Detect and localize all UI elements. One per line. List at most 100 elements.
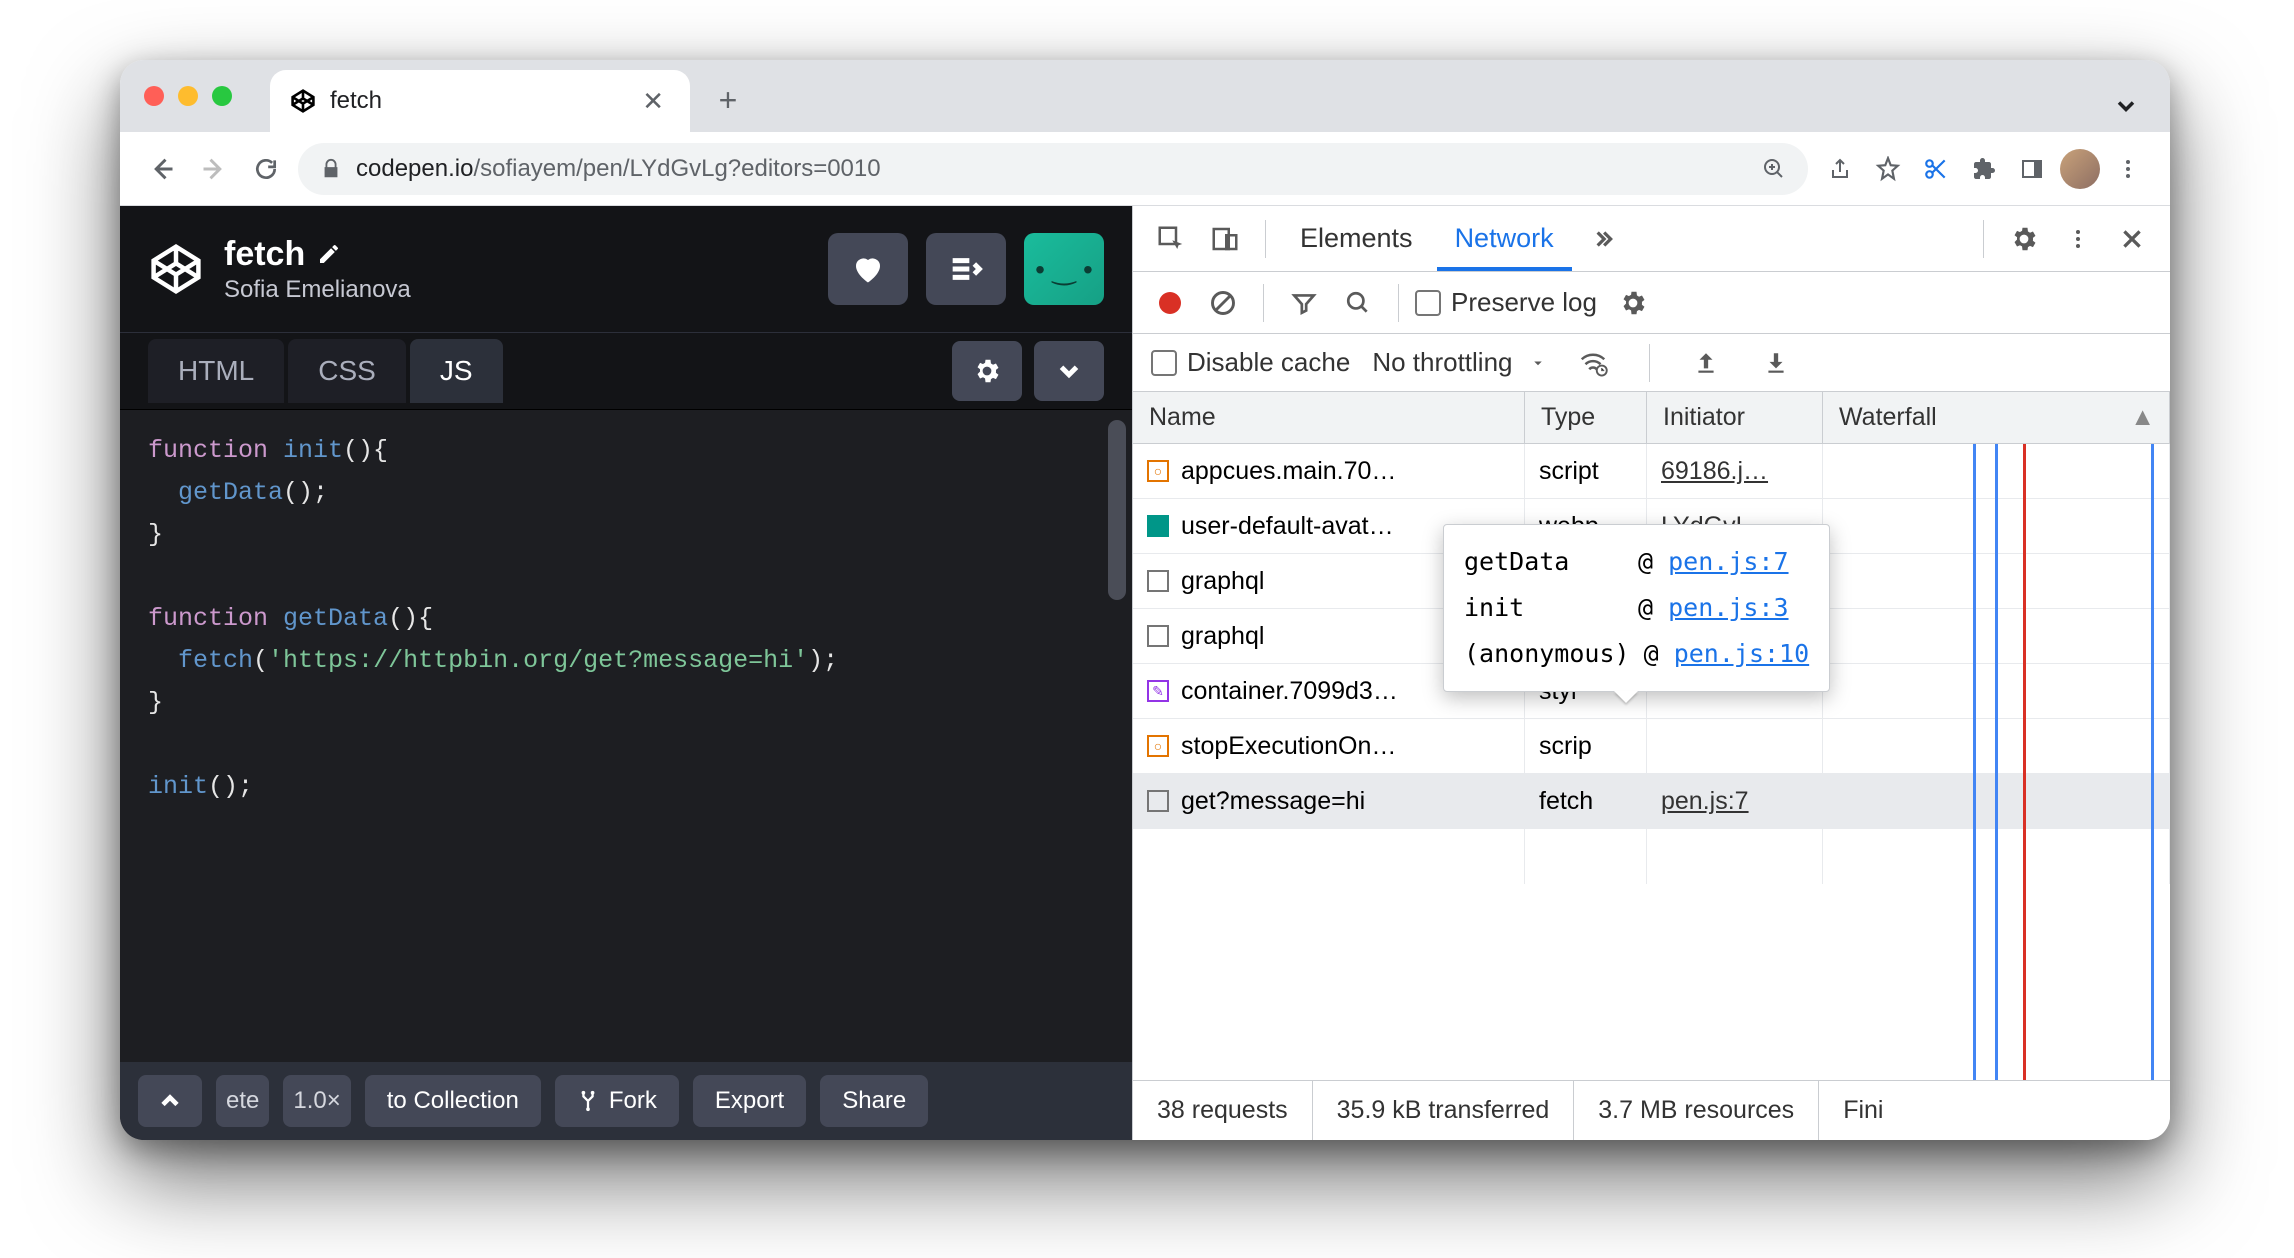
network-conditions-icon[interactable]	[1569, 339, 1617, 387]
network-row[interactable]: ○stopExecutionOn…scrip	[1133, 719, 2170, 774]
filter-icon[interactable]	[1280, 279, 1328, 327]
status-transferred: 35.9 kB transferred	[1313, 1081, 1575, 1140]
heart-button[interactable]	[828, 233, 908, 305]
request-initiator[interactable]: 69186.j…	[1647, 444, 1823, 498]
sidepanel-icon[interactable]	[2010, 147, 2054, 191]
device-toggle-icon[interactable]	[1201, 215, 1249, 263]
lock-icon	[320, 158, 342, 180]
forward-button[interactable]	[192, 147, 236, 191]
window-close-button[interactable]	[144, 86, 164, 106]
inspect-element-icon[interactable]	[1147, 215, 1195, 263]
browser-window: fetch ✕ + codepen.io/sofiayem/pen/LYdGvL…	[120, 60, 2170, 1140]
profile-avatar[interactable]	[2058, 147, 2102, 191]
stack-frame-function: init	[1464, 585, 1624, 631]
tab-css[interactable]: CSS	[288, 339, 406, 403]
code-editor[interactable]: function init(){ getData();} function ge…	[120, 410, 1132, 1062]
zoom-icon[interactable]	[1762, 157, 1786, 181]
devtools-settings-icon[interactable]	[2000, 215, 2048, 263]
network-table-body: ○appcues.main.70…script69186.j… user-defa…	[1133, 444, 2170, 1080]
request-type: script	[1525, 444, 1647, 498]
stack-frame-link[interactable]: pen.js:10	[1674, 639, 1809, 668]
devtools-menu-icon[interactable]	[2054, 215, 2102, 263]
user-avatar[interactable]: • ‿ •	[1024, 233, 1104, 305]
status-resources: 3.7 MB resources	[1574, 1081, 1819, 1140]
img-file-icon	[1147, 515, 1169, 537]
status-finish: Fini	[1819, 1081, 1907, 1140]
search-icon[interactable]	[1334, 279, 1382, 327]
request-name: graphql	[1181, 622, 1264, 651]
codepen-header: fetch Sofia Emelianova • ‿ •	[120, 206, 1132, 332]
record-button[interactable]	[1147, 292, 1193, 314]
tab-js[interactable]: JS	[410, 339, 503, 403]
codepen-panel: fetch Sofia Emelianova • ‿ • HTML CSS JS	[120, 206, 1132, 1140]
doc-file-icon	[1147, 570, 1169, 592]
editor-scrollbar[interactable]	[1108, 420, 1126, 600]
network-toolbar-secondary: Disable cache No throttling	[1133, 334, 2170, 392]
network-settings-icon[interactable]	[1609, 279, 1657, 327]
editor-expand-button[interactable]	[1034, 341, 1104, 401]
network-status-bar: 38 requests 35.9 kB transferred 3.7 MB r…	[1133, 1080, 2170, 1140]
stack-frame-link[interactable]: pen.js:7	[1668, 547, 1788, 576]
url-text: codepen.io/sofiayem/pen/LYdGvLg?editors=…	[356, 155, 1748, 183]
fork-button[interactable]: Fork	[555, 1075, 679, 1127]
network-table-header: Name Type Initiator Waterfall▲	[1133, 392, 2170, 444]
browser-tab[interactable]: fetch ✕	[270, 70, 690, 132]
editor-tabs: HTML CSS JS	[120, 332, 1132, 410]
request-name: user-default-avat…	[1181, 512, 1394, 541]
share-button[interactable]: Share	[820, 1075, 928, 1127]
pen-author[interactable]: Sofia Emelianova	[224, 276, 808, 304]
bookmark-icon[interactable]	[1866, 147, 1910, 191]
window-zoom-button[interactable]	[212, 86, 232, 106]
devtools-close-icon[interactable]	[2108, 215, 2156, 263]
upload-har-icon[interactable]	[1682, 339, 1730, 387]
throttling-select[interactable]: No throttling	[1372, 347, 1546, 378]
export-button[interactable]: Export	[693, 1075, 806, 1127]
share-icon[interactable]	[1818, 147, 1862, 191]
request-waterfall	[1823, 719, 2170, 773]
network-row[interactable]: get?message=hi fetchpen.js:7	[1133, 774, 2170, 829]
request-initiator[interactable]: pen.js:7	[1647, 774, 1823, 828]
editor-settings-button[interactable]	[952, 341, 1022, 401]
request-initiator[interactable]	[1647, 719, 1823, 773]
download-har-icon[interactable]	[1752, 339, 1800, 387]
col-header-name[interactable]: Name	[1133, 392, 1525, 443]
window-minimize-button[interactable]	[178, 86, 198, 106]
tab-network[interactable]: Network	[1437, 206, 1572, 271]
add-to-collection-button[interactable]: to Collection	[365, 1075, 541, 1127]
request-type: fetch	[1525, 774, 1647, 828]
edit-title-icon[interactable]	[317, 242, 341, 266]
preserve-log-checkbox[interactable]: Preserve log	[1415, 287, 1597, 318]
stack-frame-link[interactable]: pen.js:3	[1668, 593, 1788, 622]
format-code-button[interactable]	[926, 233, 1006, 305]
request-waterfall	[1823, 554, 2170, 608]
request-waterfall	[1823, 774, 2170, 828]
col-header-waterfall[interactable]: Waterfall▲	[1823, 392, 2170, 443]
back-button[interactable]	[140, 147, 184, 191]
footer-fragment-delete[interactable]: ete	[216, 1075, 269, 1127]
scissors-icon[interactable]	[1914, 147, 1958, 191]
footer-zoom[interactable]: 1.0×	[283, 1075, 350, 1127]
window-controls	[144, 86, 232, 106]
console-toggle-button[interactable]	[138, 1075, 202, 1127]
network-row[interactable]: ○appcues.main.70…script69186.j…	[1133, 444, 2170, 499]
new-tab-button[interactable]: +	[704, 76, 752, 124]
request-name: graphql	[1181, 567, 1264, 596]
chrome-menu-icon[interactable]	[2106, 147, 2150, 191]
omnibox[interactable]: codepen.io/sofiayem/pen/LYdGvLg?editors=…	[298, 143, 1808, 195]
col-header-initiator[interactable]: Initiator	[1647, 392, 1823, 443]
clear-button[interactable]	[1199, 279, 1247, 327]
extensions-icon[interactable]	[1962, 147, 2006, 191]
tab-close-icon[interactable]: ✕	[636, 86, 670, 117]
stack-frame-function: getData	[1464, 539, 1624, 585]
tab-elements[interactable]: Elements	[1282, 206, 1431, 271]
request-name: get?message=hi	[1181, 787, 1365, 816]
tab-html[interactable]: HTML	[148, 339, 284, 403]
reload-button[interactable]	[244, 147, 288, 191]
col-header-type[interactable]: Type	[1525, 392, 1647, 443]
devtools-main-toolbar: Elements Network	[1133, 206, 2170, 272]
disable-cache-checkbox[interactable]: Disable cache	[1151, 347, 1350, 378]
chrome-tabstrip: fetch ✕ +	[120, 60, 2170, 132]
more-tabs-icon[interactable]	[1578, 215, 1626, 263]
tabs-dropdown-icon[interactable]	[2112, 92, 2140, 120]
codepen-logo-icon[interactable]	[148, 241, 204, 297]
